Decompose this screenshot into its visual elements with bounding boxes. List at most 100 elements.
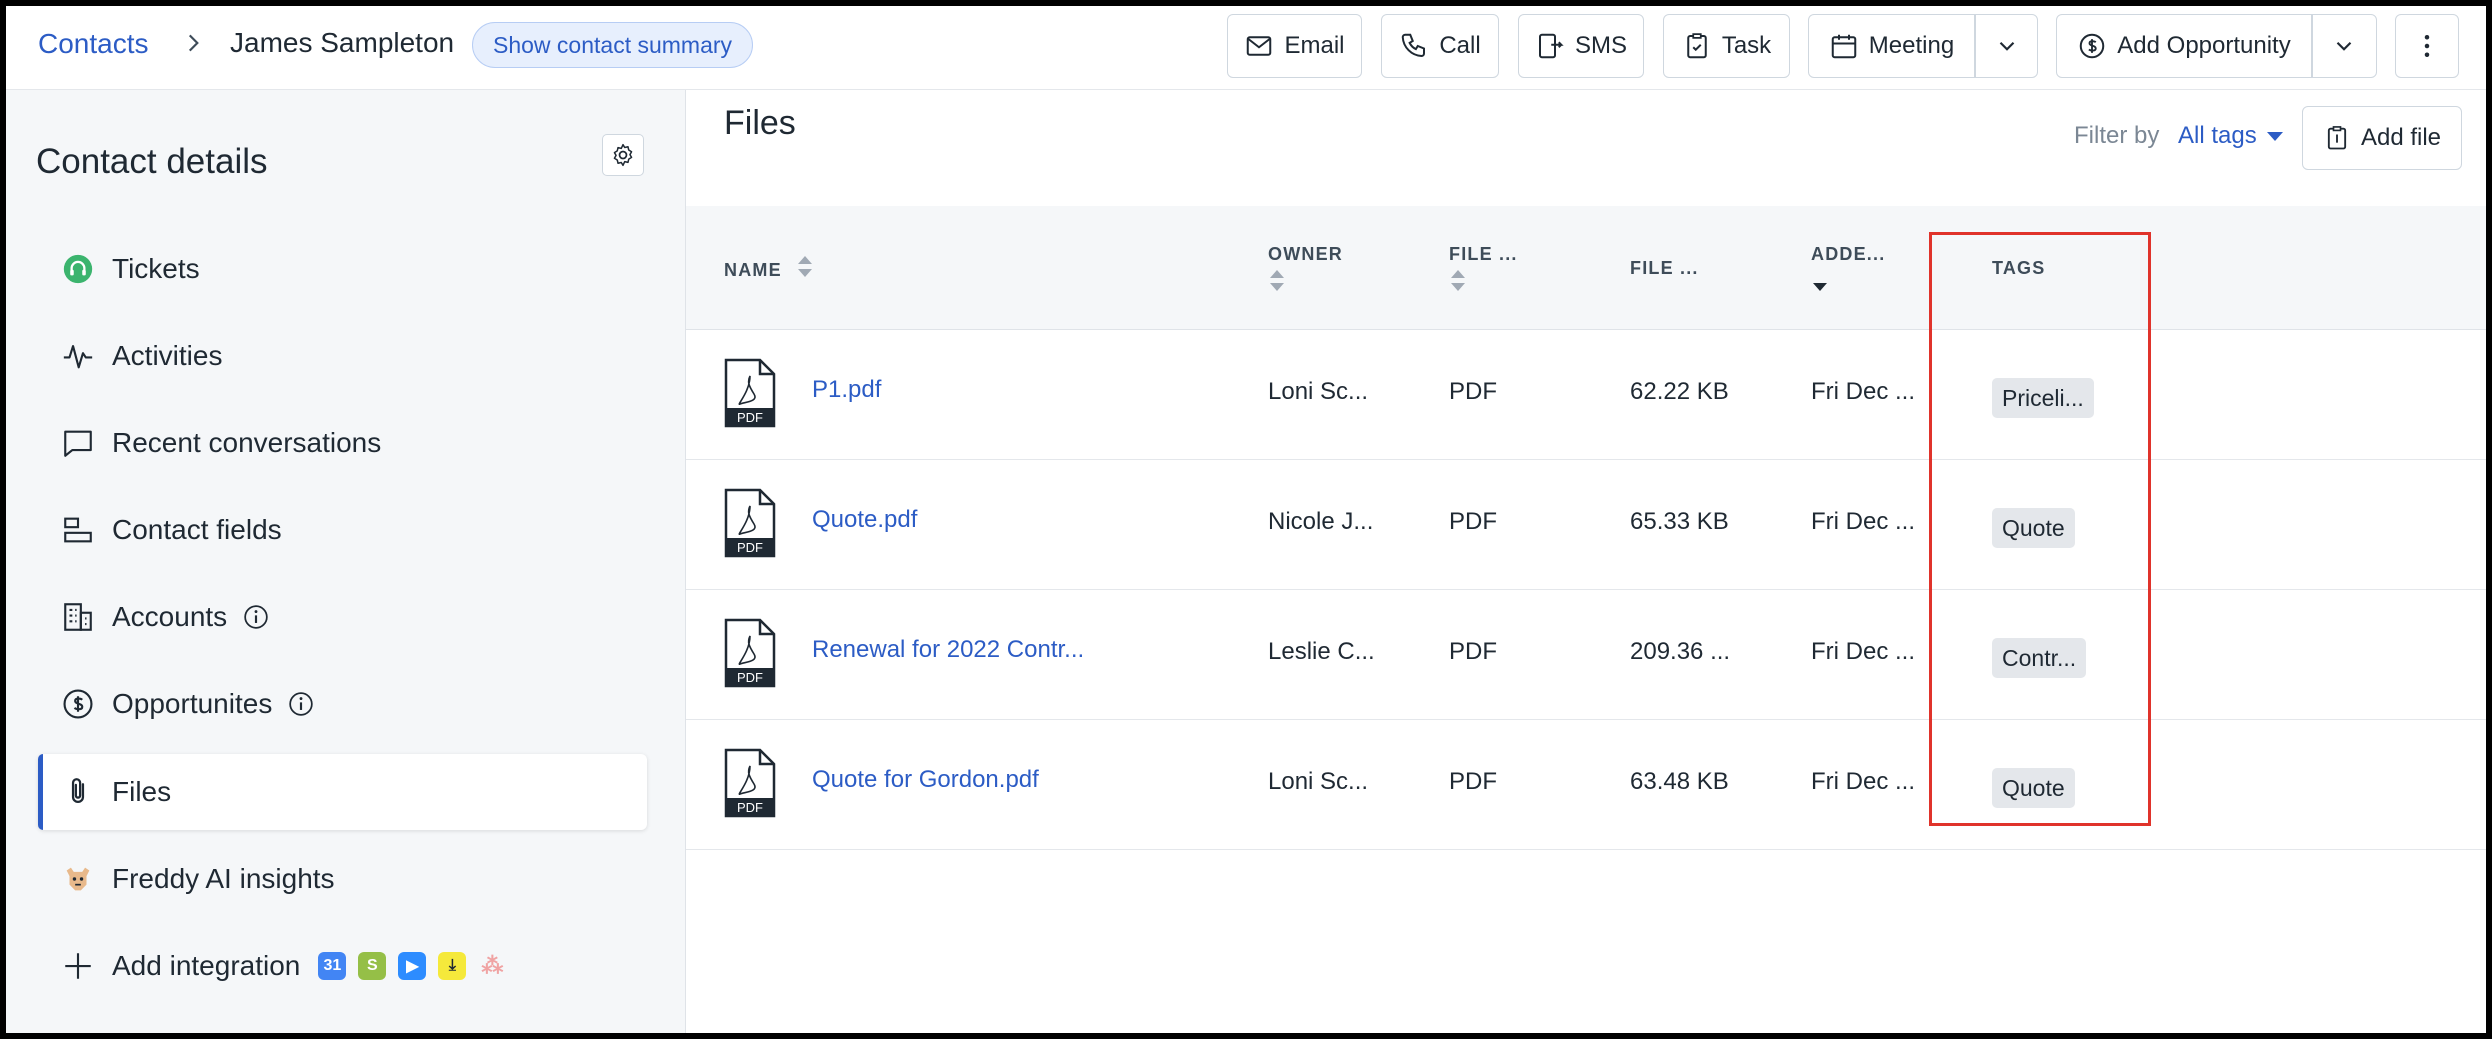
tags-column-highlight [1929, 232, 2151, 826]
more-options-button[interactable] [2395, 14, 2459, 78]
file-type: PDF [1449, 638, 1497, 665]
sidebar-item-add-integration[interactable]: Add integration 31 S ▶ ⤓ ⁂ [38, 928, 647, 1004]
sidebar-item-accounts[interactable]: Accounts [38, 579, 647, 655]
calendar-icon [1831, 34, 1857, 59]
file-name-link[interactable]: Renewal for 2022 Contr... [812, 636, 1084, 664]
chevron-right-icon [188, 34, 199, 52]
file-name-link[interactable]: Quote for Gordon.pdf [812, 766, 1039, 794]
pdf-file-icon: PDF [724, 748, 776, 818]
sidebar-item-recent-conversations[interactable]: Recent conversations [38, 405, 647, 481]
download-app-icon[interactable]: ⤓ [438, 952, 467, 980]
table-row: PDF Quote for Gordon.pdf Loni Sc... PDF … [686, 720, 2492, 850]
table-row: PDF Renewal for 2022 Contr... Leslie C..… [686, 590, 2492, 720]
add-opportunity-label: Add Opportunity [2117, 32, 2291, 59]
add-file-label: Add file [2360, 124, 2442, 151]
sort-desc-icon[interactable] [1813, 270, 1827, 292]
add-opportunity-button[interactable]: Add Opportunity [2057, 15, 2311, 77]
contact-name: James Sampleton [230, 27, 455, 58]
show-contact-summary-button[interactable]: Show contact summary [472, 22, 754, 68]
sidebar-item-label: Accounts [112, 601, 228, 632]
column-header-file-size[interactable]: FILE ... [1630, 258, 1699, 279]
google-calendar-icon[interactable]: 31 [318, 952, 347, 980]
breadcrumb-contacts-link[interactable]: Contacts [38, 28, 149, 60]
top-bar: Contacts James Sampleton Show contact su… [0, 0, 2492, 90]
tag-filter-dropdown[interactable]: All tags [2178, 122, 2283, 150]
column-header-name[interactable]: NAME [724, 260, 782, 281]
sort-icon[interactable] [1270, 270, 1284, 292]
sidebar-item-opportunities[interactable]: Opportunites [38, 666, 647, 742]
svg-text:PDF: PDF [737, 410, 763, 425]
file-type: PDF [1449, 768, 1497, 795]
sidebar-item-label: Freddy AI insights [112, 863, 335, 894]
file-owner: Leslie C... [1268, 638, 1375, 665]
column-header-owner[interactable]: OWNER [1268, 244, 1343, 265]
contact-details-sidebar: Contact details Tickets Activities Recen… [0, 90, 686, 1039]
files-table-header: NAME OWNER FILE ... FILE ... ADDE... TAG… [686, 206, 2492, 330]
meeting-dropdown-button[interactable] [1975, 15, 2039, 77]
add-opportunity-dropdown-button[interactable] [2312, 15, 2376, 77]
file-added-date: Fri Dec ... [1811, 638, 1916, 665]
mail-icon [1247, 36, 1272, 56]
table-row: PDF P1.pdf Loni Sc... PDF 62.22 KB Fri D… [686, 330, 2492, 460]
pdf-file-icon: PDF [724, 358, 776, 428]
email-label: Email [1284, 32, 1345, 59]
call-button[interactable]: Call [1381, 14, 1499, 78]
files-title: Files [724, 104, 796, 142]
freddy-icon [60, 861, 96, 897]
chevron-down-icon [1999, 41, 2015, 51]
sidebar-title: Contact details [36, 142, 268, 181]
tag-filter-value: All tags [2178, 122, 2257, 149]
sidebar-item-label: Files [112, 776, 172, 807]
filter-by-label: Filter by [2074, 122, 2160, 149]
zoom-icon[interactable]: ▶ [398, 952, 427, 980]
file-owner: Loni Sc... [1268, 378, 1369, 405]
sidebar-settings-button[interactable] [602, 134, 644, 176]
sidebar-item-label: Activities [112, 340, 223, 371]
gear-icon [613, 143, 633, 167]
column-header-file-type[interactable]: FILE ... [1449, 244, 1518, 265]
info-icon[interactable] [243, 604, 269, 630]
sidebar-item-activities[interactable]: Activities [38, 318, 647, 394]
asana-icon[interactable]: ⁂ [478, 952, 506, 980]
chat-icon [60, 425, 96, 461]
sidebar-item-contact-fields[interactable]: Contact fields [38, 492, 647, 568]
sidebar-item-files[interactable]: Files [38, 754, 647, 830]
meeting-button[interactable]: Meeting [1809, 15, 1974, 77]
file-size: 62.22 KB [1630, 378, 1729, 405]
chevron-down-icon [2336, 41, 2352, 51]
file-added-date: Fri Dec ... [1811, 508, 1916, 535]
clipboard-icon [2327, 126, 2347, 150]
svg-text:PDF: PDF [737, 800, 763, 815]
sidebar-item-label: Contact fields [112, 514, 282, 545]
shopify-icon[interactable]: S [358, 952, 387, 980]
add-file-button[interactable]: Add file [2302, 106, 2462, 170]
sidebar-item-label: Opportunites [112, 688, 273, 719]
file-owner: Loni Sc... [1268, 768, 1369, 795]
headset-icon [60, 251, 96, 287]
sidebar-item-label: Recent conversations [112, 427, 382, 458]
email-button[interactable]: Email [1227, 14, 1362, 78]
clipboard-check-icon [1687, 33, 1707, 59]
phone-icon [1402, 33, 1426, 58]
sms-label: SMS [1574, 32, 1627, 59]
sidebar-item-freddy-ai-insights[interactable]: Freddy AI insights [38, 841, 647, 917]
plus-icon [60, 948, 96, 984]
sort-icon[interactable] [1451, 270, 1465, 292]
info-icon[interactable] [288, 691, 314, 717]
file-name-link[interactable]: P1.pdf [812, 376, 881, 404]
sms-button[interactable]: SMS [1518, 14, 1644, 78]
column-header-added[interactable]: ADDE... [1811, 244, 1885, 265]
pulse-icon [60, 338, 96, 374]
file-type: PDF [1449, 378, 1497, 405]
sidebar-item-label: Tickets [112, 253, 200, 284]
sort-icon[interactable] [798, 256, 812, 278]
svg-text:PDF: PDF [737, 670, 763, 685]
file-type: PDF [1449, 508, 1497, 535]
dollar-circle-icon [2080, 33, 2105, 59]
meeting-label: Meeting [1868, 32, 1955, 59]
sidebar-item-tickets[interactable]: Tickets [38, 231, 647, 307]
kebab-menu-icon [2424, 35, 2430, 57]
svg-text:PDF: PDF [737, 540, 763, 555]
task-button[interactable]: Task [1663, 14, 1790, 78]
file-name-link[interactable]: Quote.pdf [812, 506, 917, 534]
